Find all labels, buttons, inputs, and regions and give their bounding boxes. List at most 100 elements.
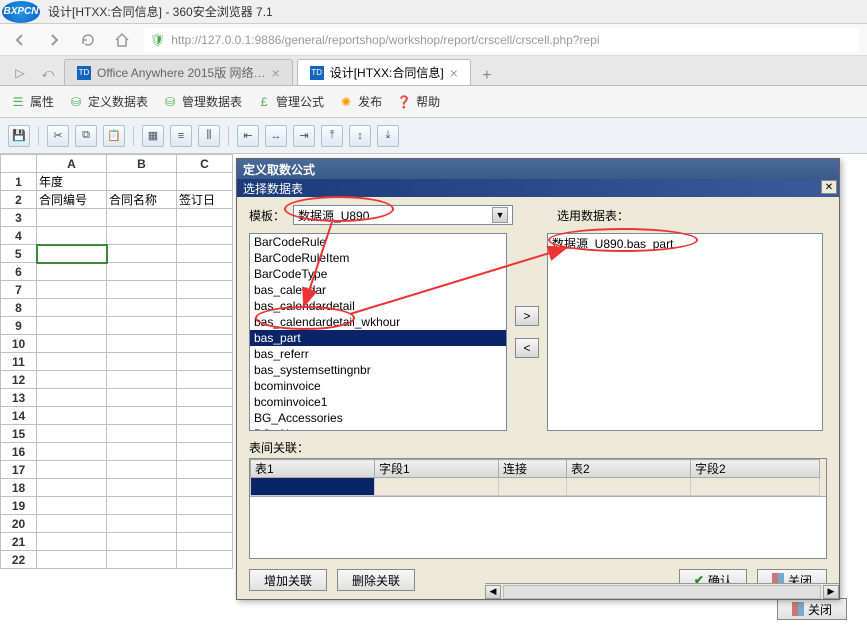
cell[interactable]: [37, 227, 107, 245]
cell[interactable]: [107, 227, 177, 245]
home-button[interactable]: [110, 28, 134, 52]
add-relation-button[interactable]: 增加关联: [249, 569, 327, 591]
manage-datasource-button[interactable]: ⛁管理数据表: [162, 93, 242, 110]
row-header[interactable]: 21: [1, 533, 37, 551]
selected-cell[interactable]: [37, 245, 107, 263]
align-left-icon[interactable]: ⇤: [237, 125, 259, 147]
rel-col-conn[interactable]: 连接: [499, 460, 567, 478]
rel-col-field1[interactable]: 字段1: [375, 460, 499, 478]
list-item[interactable]: bas_calendardetail_wkhour: [250, 314, 506, 330]
dialog-scrollbar[interactable]: ◀ ▶: [485, 583, 839, 599]
list-item[interactable]: bas_systemsettingnbr: [250, 362, 506, 378]
list-item[interactable]: BarCodeRuleItem: [250, 250, 506, 266]
rel-col-table2[interactable]: 表2: [567, 460, 691, 478]
align-bottom-icon[interactable]: ⤓: [377, 125, 399, 147]
template-combobox[interactable]: 数据源_U890 ▼: [293, 205, 513, 225]
save-icon[interactable]: 💾: [8, 125, 30, 147]
scroll-right-icon[interactable]: ▶: [823, 585, 839, 599]
list-item[interactable]: 数据源_U890.bas_part: [548, 234, 822, 253]
row-header[interactable]: 20: [1, 515, 37, 533]
align-right-icon[interactable]: ⇥: [293, 125, 315, 147]
col-header-c[interactable]: C: [177, 155, 233, 173]
col-header-b[interactable]: B: [107, 155, 177, 173]
row-header[interactable]: 16: [1, 443, 37, 461]
grid-icon[interactable]: ▦: [142, 125, 164, 147]
copy-icon[interactable]: ⧉: [75, 125, 97, 147]
outer-close-button[interactable]: 关闭: [777, 598, 847, 620]
cell[interactable]: 合同编号: [37, 191, 107, 209]
manage-formula-button[interactable]: £管理公式: [256, 93, 324, 110]
row-header[interactable]: 2: [1, 191, 37, 209]
list-item[interactable]: BarCodeType: [250, 266, 506, 282]
align-center-icon[interactable]: ↔: [265, 125, 287, 147]
selected-tables-listbox[interactable]: 数据源_U890.bas_part: [547, 233, 823, 431]
row-header[interactable]: 19: [1, 497, 37, 515]
tab-history-button[interactable]: ▷: [8, 61, 32, 85]
dialog-title[interactable]: 定义取数公式: [237, 159, 839, 179]
row-header[interactable]: 10: [1, 335, 37, 353]
close-icon[interactable]: ×: [450, 65, 458, 81]
list-item[interactable]: bcominvoice: [250, 378, 506, 394]
row-header[interactable]: 17: [1, 461, 37, 479]
row-header[interactable]: 12: [1, 371, 37, 389]
close-icon[interactable]: ×: [272, 65, 280, 81]
row-header[interactable]: 18: [1, 479, 37, 497]
new-tab-button[interactable]: +: [475, 67, 499, 85]
list-item[interactable]: bcominvoice1: [250, 394, 506, 410]
available-tables-listbox[interactable]: BarCodeRuleBarCodeRuleItemBarCodeTypebas…: [249, 233, 507, 431]
back-button[interactable]: [8, 28, 32, 52]
cell[interactable]: 签订日: [177, 191, 233, 209]
list-item[interactable]: BG_Accessories: [250, 410, 506, 426]
row-header[interactable]: 22: [1, 551, 37, 569]
tab-office-anywhere[interactable]: TD Office Anywhere 2015版 网络… ×: [64, 59, 293, 85]
row-header[interactable]: 13: [1, 389, 37, 407]
scroll-left-icon[interactable]: ◀: [485, 585, 501, 599]
help-button[interactable]: ❓帮助: [396, 93, 440, 110]
url-bar[interactable]: 🛡 http://127.0.0.1:9886/general/reportsh…: [144, 28, 859, 52]
rel-col-field2[interactable]: 字段2: [691, 460, 820, 478]
move-right-button[interactable]: >: [515, 306, 539, 326]
row-header[interactable]: 6: [1, 263, 37, 281]
reload-button[interactable]: [76, 28, 100, 52]
row-header[interactable]: 14: [1, 407, 37, 425]
cell[interactable]: [107, 173, 177, 191]
row-header[interactable]: 15: [1, 425, 37, 443]
forward-button[interactable]: [42, 28, 66, 52]
cell[interactable]: [177, 173, 233, 191]
cell[interactable]: [177, 227, 233, 245]
cut-icon[interactable]: ✂: [47, 125, 69, 147]
row-header[interactable]: 9: [1, 317, 37, 335]
cell[interactable]: [107, 209, 177, 227]
row-header[interactable]: 1: [1, 173, 37, 191]
rel-col-table1[interactable]: 表1: [251, 460, 375, 478]
align-top-icon[interactable]: ⤒: [321, 125, 343, 147]
row-header[interactable]: 7: [1, 281, 37, 299]
cell[interactable]: [177, 209, 233, 227]
row-icon[interactable]: ≡: [170, 125, 192, 147]
row-header[interactable]: 4: [1, 227, 37, 245]
list-item[interactable]: bas_part: [250, 330, 506, 346]
list-item[interactable]: bas_calendardetail: [250, 298, 506, 314]
properties-button[interactable]: ☰属性: [10, 93, 54, 110]
cell[interactable]: [37, 209, 107, 227]
tab-design[interactable]: TD 设计[HTXX:合同信息] ×: [297, 59, 471, 85]
column-icon[interactable]: ⫼: [198, 125, 220, 147]
row-header[interactable]: 11: [1, 353, 37, 371]
row-header[interactable]: 5: [1, 245, 37, 263]
align-middle-icon[interactable]: ↕: [349, 125, 371, 147]
delete-relation-button[interactable]: 删除关联: [337, 569, 415, 591]
row-header[interactable]: 8: [1, 299, 37, 317]
dialog-close-button[interactable]: ✕: [821, 180, 837, 194]
col-header-a[interactable]: A: [37, 155, 107, 173]
chevron-down-icon[interactable]: ▼: [492, 207, 508, 223]
publish-button[interactable]: ✺发布: [338, 93, 382, 110]
relation-table[interactable]: 表1 字段1 连接 表2 字段2: [249, 458, 827, 559]
tab-restore-button[interactable]: ⤺: [36, 61, 60, 85]
rel-selected-cell[interactable]: [251, 478, 375, 496]
cell[interactable]: 合同名称: [107, 191, 177, 209]
list-item[interactable]: bas_referr: [250, 346, 506, 362]
move-left-button[interactable]: <: [515, 338, 539, 358]
paste-icon[interactable]: 📋: [103, 125, 125, 147]
row-header[interactable]: 3: [1, 209, 37, 227]
list-item[interactable]: BG_Alert: [250, 426, 506, 431]
